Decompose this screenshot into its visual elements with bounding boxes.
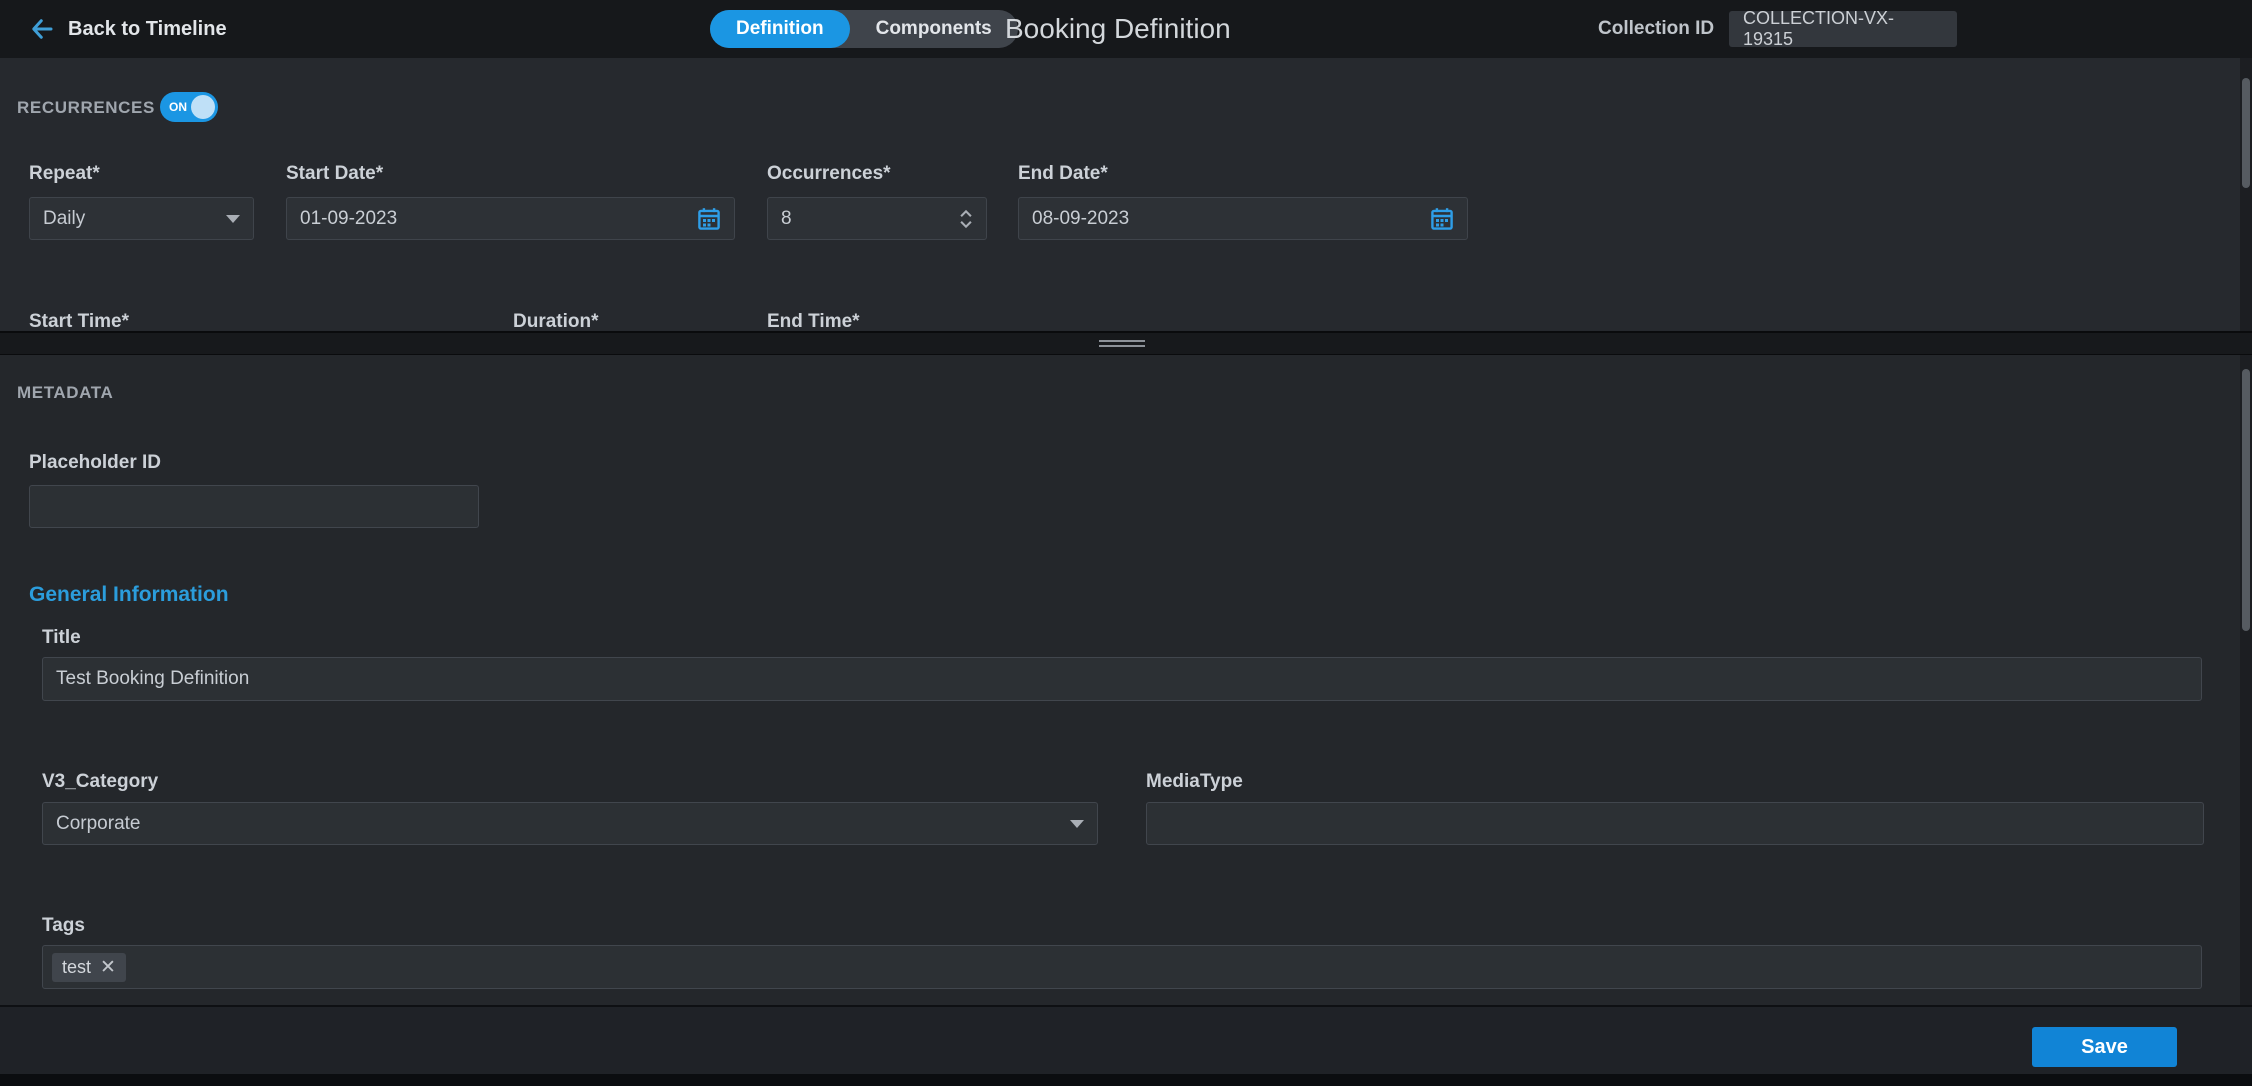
calendar-icon[interactable] <box>697 207 721 231</box>
tag-chip-label: test <box>62 957 91 978</box>
topbar: Back to Timeline Definition Components B… <box>0 0 2252 58</box>
bottom-scrollbar-track[interactable] <box>2240 355 2252 1005</box>
occurrences-field <box>767 197 987 240</box>
metadata-section-label: METADATA <box>17 383 113 403</box>
tab-definition[interactable]: Definition <box>710 10 850 48</box>
v3-category-value: Corporate <box>56 813 141 835</box>
occurrences-label: Occurrences* <box>767 163 891 185</box>
save-button[interactable]: Save <box>2032 1027 2177 1067</box>
occurrences-input[interactable] <box>781 198 959 239</box>
top-scrollbar-thumb[interactable] <box>2242 78 2250 188</box>
repeat-select[interactable]: Daily <box>29 197 254 240</box>
placeholder-id-input[interactable] <box>29 485 479 528</box>
back-arrow-icon <box>30 17 54 41</box>
panel-splitter[interactable] <box>0 331 2252 355</box>
placeholder-id-label: Placeholder ID <box>29 452 161 474</box>
title-label: Title <box>42 627 81 649</box>
tag-chip: test ✕ <box>52 953 126 982</box>
recurrences-section-label: RECURRENCES <box>17 98 155 118</box>
top-scrollbar-track[interactable] <box>2240 58 2252 331</box>
start-time-label: Start Time* <box>29 311 129 331</box>
page-title: Booking Definition <box>1005 0 1231 58</box>
view-tabs: Definition Components <box>710 10 1018 48</box>
chevron-down-icon <box>226 215 240 223</box>
number-stepper[interactable] <box>959 207 973 231</box>
start-date-label: Start Date* <box>286 163 383 185</box>
end-time-label: End Time* <box>767 311 860 331</box>
repeat-label: Repeat* <box>29 163 100 185</box>
media-type-label: MediaType <box>1146 771 1243 793</box>
bottom-scrollbar-thumb[interactable] <box>2242 369 2250 631</box>
collection-id-label: Collection ID <box>1598 18 1714 40</box>
back-to-timeline-button[interactable]: Back to Timeline <box>30 0 227 58</box>
end-date-label: End Date* <box>1018 163 1108 185</box>
tags-input[interactable]: test ✕ <box>42 945 2202 989</box>
tags-label: Tags <box>42 915 85 937</box>
tab-components[interactable]: Components <box>850 10 1018 48</box>
media-type-input[interactable] <box>1146 802 2204 845</box>
start-date-input[interactable] <box>300 198 697 239</box>
calendar-icon[interactable] <box>1430 207 1454 231</box>
recurrences-panel: RECURRENCES ON Repeat* Start Date* Occur… <box>0 58 2252 331</box>
general-information-heading: General Information <box>29 583 229 607</box>
start-date-field <box>286 197 735 240</box>
collection-id-value: COLLECTION-VX-19315 <box>1729 11 1957 47</box>
recurrences-toggle[interactable]: ON <box>160 92 218 122</box>
back-label: Back to Timeline <box>68 18 227 41</box>
footer-bar: Save <box>0 1005 2252 1086</box>
v3-category-label: V3_Category <box>42 771 158 793</box>
title-input[interactable] <box>42 657 2202 701</box>
end-date-field <box>1018 197 1468 240</box>
toggle-state-label: ON <box>169 92 187 122</box>
booking-definition-page: Back to Timeline Definition Components B… <box>0 0 2252 1086</box>
duration-label: Duration* <box>513 311 599 331</box>
repeat-value: Daily <box>43 208 85 230</box>
stepper-chevrons-icon <box>959 207 973 231</box>
end-date-input[interactable] <box>1032 198 1430 239</box>
toggle-knob <box>191 95 215 119</box>
close-icon[interactable]: ✕ <box>100 958 116 977</box>
metadata-panel: METADATA Placeholder ID General Informat… <box>0 355 2252 1005</box>
splitter-drag-handle-icon <box>1099 340 1145 347</box>
chevron-down-icon <box>1070 820 1084 828</box>
window-bottom-edge <box>0 1074 2252 1086</box>
v3-category-select[interactable]: Corporate <box>42 802 1098 845</box>
